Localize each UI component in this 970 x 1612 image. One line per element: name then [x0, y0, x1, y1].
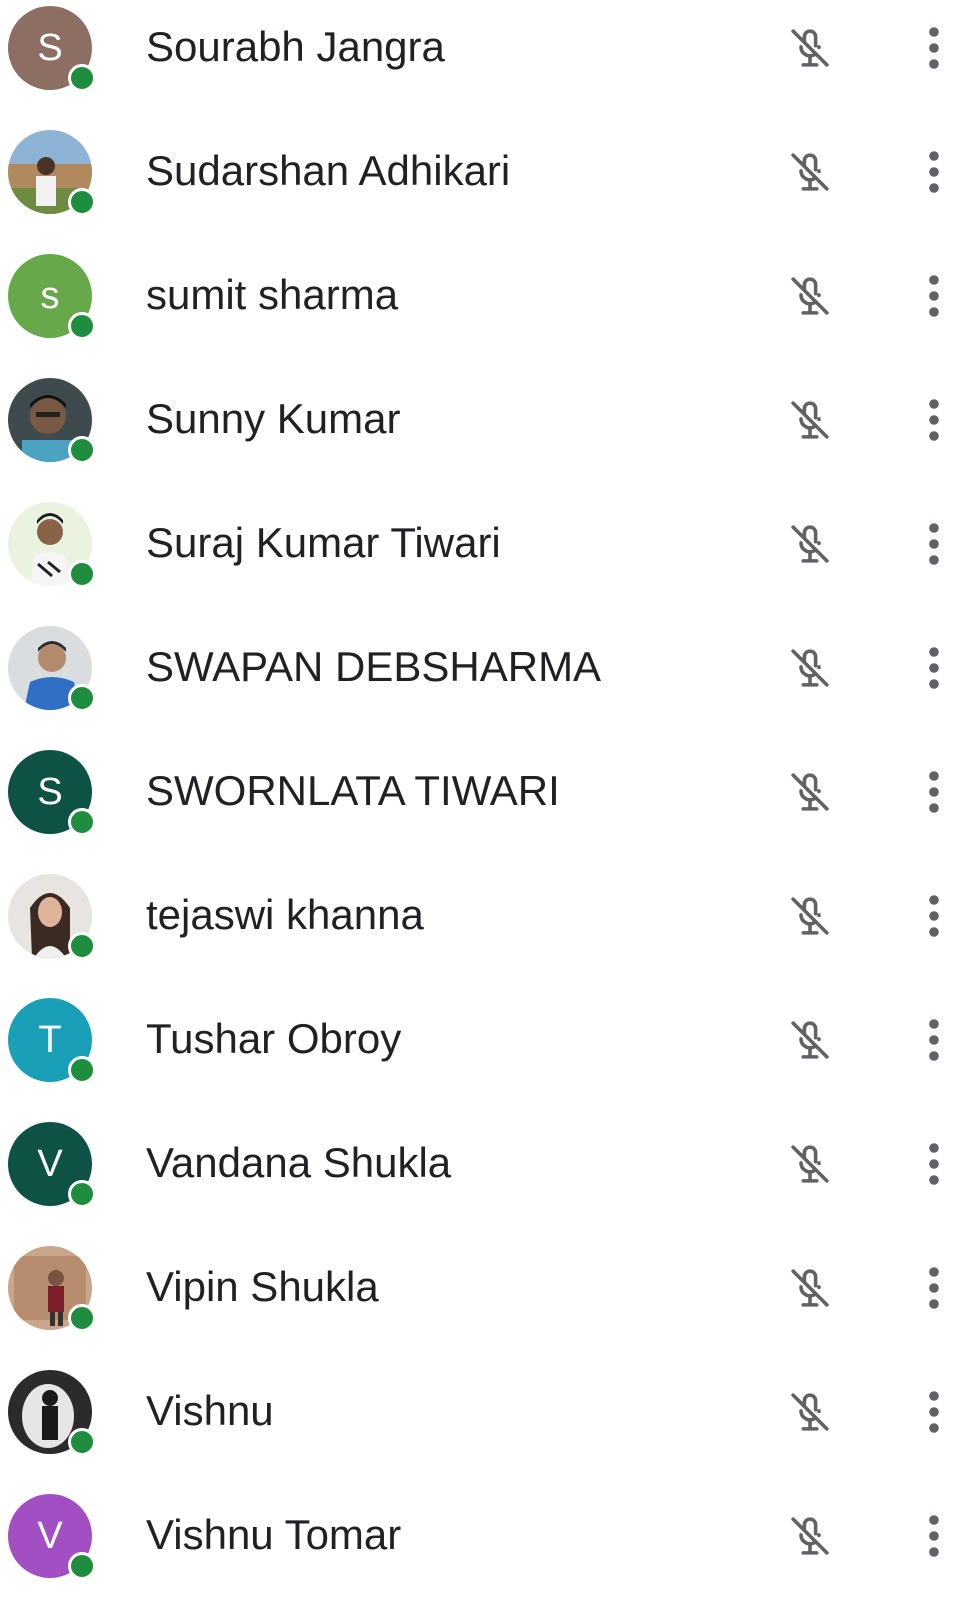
mic-off-button[interactable] [780, 390, 840, 450]
mic-off-icon [791, 649, 829, 687]
more-options-button[interactable] [910, 1010, 958, 1070]
participant-name: Vishnu Tomar [146, 1511, 402, 1558]
mic-off-icon [791, 525, 829, 563]
mic-off-button[interactable] [780, 638, 840, 698]
more-vert-icon [929, 771, 939, 813]
online-status-dot [68, 188, 96, 216]
mic-off-icon [791, 277, 829, 315]
online-status-dot [68, 1552, 96, 1580]
more-vert-icon [929, 399, 939, 441]
more-vert-icon [929, 1267, 939, 1309]
participant-row[interactable]: Suraj Kumar Tiwari [0, 496, 970, 620]
mic-off-button[interactable] [780, 1258, 840, 1318]
more-vert-icon [929, 1143, 939, 1185]
online-status-dot [68, 932, 96, 960]
participant-name: Sudarshan Adhikari [146, 147, 511, 194]
more-vert-icon [929, 895, 939, 937]
participant-name: Vandana Shukla [146, 1139, 452, 1186]
participant-row[interactable]: Vishnu [0, 1364, 970, 1488]
more-options-button[interactable] [910, 266, 958, 326]
online-status-dot [68, 1428, 96, 1456]
more-vert-icon [929, 27, 939, 69]
mic-off-button[interactable] [780, 142, 840, 202]
more-options-button[interactable] [910, 638, 958, 698]
more-vert-icon [929, 275, 939, 317]
online-status-dot [68, 312, 96, 340]
mic-off-button[interactable] [780, 1506, 840, 1566]
online-status-dot [68, 1056, 96, 1084]
mic-off-button[interactable] [780, 18, 840, 78]
participant-row[interactable]: SWAPAN DEBSHARMA [0, 620, 970, 744]
participant-name: Vipin Shukla [146, 1263, 379, 1310]
more-options-button[interactable] [910, 762, 958, 822]
online-status-dot [68, 64, 96, 92]
more-vert-icon [929, 1019, 939, 1061]
avatar-initial: S [37, 26, 63, 69]
participant-row[interactable]: Sudarshan Adhikari [0, 124, 970, 248]
participant-row[interactable]: S Sourabh Jangra [0, 0, 970, 124]
participant-row[interactable]: V Vandana Shukla [0, 1116, 970, 1240]
more-vert-icon [929, 1515, 939, 1557]
more-options-button[interactable] [910, 514, 958, 574]
online-status-dot [68, 560, 96, 588]
participant-name: Vishnu [146, 1387, 274, 1434]
participant-row[interactable]: V Vishnu Tomar [0, 1488, 970, 1612]
participant-name: Tushar Obroy [146, 1015, 402, 1062]
mic-off-button[interactable] [780, 266, 840, 326]
mic-off-button[interactable] [780, 762, 840, 822]
more-options-button[interactable] [910, 886, 958, 946]
more-vert-icon [929, 151, 939, 193]
mic-off-button[interactable] [780, 1382, 840, 1442]
more-options-button[interactable] [910, 1382, 958, 1442]
avatar-initial: V [37, 1514, 63, 1557]
more-options-button[interactable] [910, 1506, 958, 1566]
mic-off-icon [791, 1021, 829, 1059]
online-status-dot [68, 1304, 96, 1332]
more-options-button[interactable] [910, 1134, 958, 1194]
more-vert-icon [929, 1391, 939, 1433]
online-status-dot [68, 808, 96, 836]
avatar-initial: S [37, 770, 63, 813]
mic-off-icon [791, 29, 829, 67]
participant-name: sumit sharma [146, 271, 399, 318]
mic-off-icon [791, 1145, 829, 1183]
participant-name: tejaswi khanna [146, 891, 424, 938]
online-status-dot [68, 684, 96, 712]
mic-off-icon [791, 1269, 829, 1307]
participant-row[interactable]: S SWORNLATA TIWARI [0, 744, 970, 868]
more-options-button[interactable] [910, 390, 958, 450]
mic-off-button[interactable] [780, 1134, 840, 1194]
mic-off-icon [791, 897, 829, 935]
participant-name: Sourabh Jangra [146, 23, 445, 70]
mic-off-icon [791, 773, 829, 811]
online-status-dot [68, 1180, 96, 1208]
participant-row[interactable]: T Tushar Obroy [0, 992, 970, 1116]
participant-row[interactable]: Sunny Kumar [0, 372, 970, 496]
more-vert-icon [929, 647, 939, 689]
participant-name: SWAPAN DEBSHARMA [146, 643, 602, 690]
more-vert-icon [929, 523, 939, 565]
more-options-button[interactable] [910, 18, 958, 78]
participant-row[interactable]: s sumit sharma [0, 248, 970, 372]
avatar-initial: V [37, 1142, 63, 1185]
mic-off-icon [791, 401, 829, 439]
participant-name: SWORNLATA TIWARI [146, 767, 560, 814]
more-options-button[interactable] [910, 142, 958, 202]
participant-row[interactable]: Vipin Shukla [0, 1240, 970, 1364]
participant-list: S Sourabh Jangra Sudarshan Adhikari s su… [0, 0, 970, 1600]
mic-off-icon [791, 153, 829, 191]
participant-row[interactable]: tejaswi khanna [0, 868, 970, 992]
mic-off-icon [791, 1517, 829, 1555]
participant-name: Sunny Kumar [146, 395, 401, 442]
online-status-dot [68, 436, 96, 464]
mic-off-icon [791, 1393, 829, 1431]
mic-off-button[interactable] [780, 514, 840, 574]
avatar-initial: T [38, 1018, 62, 1061]
more-options-button[interactable] [910, 1258, 958, 1318]
mic-off-button[interactable] [780, 1010, 840, 1070]
participant-name: Suraj Kumar Tiwari [146, 519, 501, 566]
avatar-initial: s [40, 274, 60, 317]
mic-off-button[interactable] [780, 886, 840, 946]
